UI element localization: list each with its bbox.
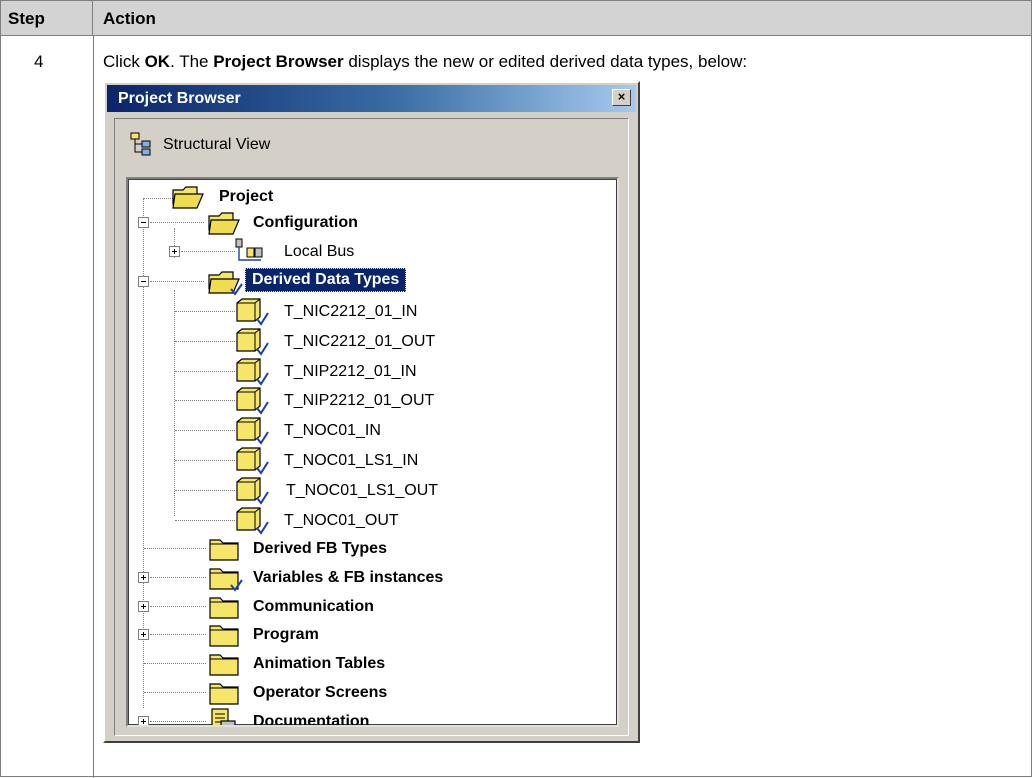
expand-icon[interactable]: [138, 715, 149, 725]
expand-icon[interactable]: [169, 246, 180, 257]
tree-line: [144, 548, 206, 549]
tree-item-local-bus[interactable]: Local Bus: [284, 243, 354, 261]
structural-view-panel: Structural View Project Configuration Lo…: [114, 118, 629, 736]
tree-line: [143, 198, 173, 199]
tree-line: [150, 605, 206, 607]
tree-item-folder[interactable]: Animation Tables: [253, 655, 385, 673]
data-type-icon: [236, 298, 269, 326]
collapse-icon[interactable]: [138, 217, 149, 228]
tree-line: [144, 692, 206, 693]
tree-item-ddt[interactable]: T_NIP2212_01_IN: [284, 363, 417, 381]
expand-icon[interactable]: [138, 629, 149, 641]
tree-line: [150, 576, 206, 578]
data-type-icon: [236, 417, 269, 445]
tree-line: [150, 634, 206, 636]
expand-icon[interactable]: [138, 600, 149, 612]
data-type-icon: [236, 447, 269, 475]
window-title-bar[interactable]: Project Browser ×: [107, 85, 636, 112]
table-header: Step Action: [1, 1, 1031, 36]
action-ok-keyword: OK: [144, 52, 171, 71]
data-type-icon: [236, 357, 269, 386]
expand-icon[interactable]: [138, 571, 149, 583]
collapse-icon[interactable]: [138, 276, 149, 287]
tree-item-ddt[interactable]: T_NIC2212_01_OUT: [284, 333, 435, 351]
tree-line: [175, 460, 235, 461]
tree-line: [175, 340, 235, 342]
tree-item-folder[interactable]: Documentation: [253, 713, 369, 725]
action-text-part: . The: [170, 52, 214, 71]
tree-line: [175, 489, 235, 491]
tree-line: [144, 663, 206, 665]
tree-item-derived-data-types[interactable]: Derived Data Types: [245, 268, 407, 292]
column-divider: [93, 36, 94, 778]
header-step: Step: [8, 9, 45, 28]
action-project-browser-keyword: Project Browser: [213, 52, 344, 71]
documentation-icon: [211, 708, 236, 725]
tree-item-ddt[interactable]: T_NOC01_LS1_IN: [284, 452, 418, 470]
tree-line: [175, 311, 235, 312]
action-text: Click OK. The Project Browser displays t…: [103, 52, 747, 72]
project-browser-window: Project Browser × Structural View Projec…: [103, 81, 640, 743]
tree-line: [175, 519, 235, 521]
tree-item-folder[interactable]: Derived FB Types: [253, 540, 387, 558]
tree-item-ddt[interactable]: T_NIP2212_01_OUT: [284, 392, 434, 410]
action-text-part: displays the new or edited derived data …: [343, 52, 748, 71]
action-text-part: Click: [103, 52, 145, 71]
tree-line: [175, 400, 235, 402]
tree-line: [174, 290, 175, 516]
structural-view-label: Structural View: [163, 136, 271, 153]
tree-line: [181, 251, 235, 252]
data-type-icon: [236, 387, 269, 416]
tree-line: [150, 281, 204, 282]
tree-item-folder[interactable]: Variables & FB instances: [253, 569, 443, 587]
tree-item-ddt[interactable]: T_NOC01_LS1_OUT: [286, 482, 438, 500]
project-tree: Project Configuration Local Bus Derived …: [126, 177, 619, 727]
tree-item-ddt[interactable]: T_NOC01_IN: [284, 422, 381, 440]
tree-line: [175, 430, 235, 432]
structural-view-icon: [130, 132, 151, 156]
folder-icon: [209, 625, 239, 647]
tree-item-ddt[interactable]: T_NOC01_OUT: [284, 512, 399, 530]
step-number: 4: [34, 52, 44, 71]
instruction-table: Step Action 4 Click OK. The Project Brow…: [0, 0, 1032, 778]
tree-item-folder[interactable]: Program: [253, 626, 319, 644]
tree-item-folder[interactable]: Communication: [253, 598, 374, 616]
folder-icon: [209, 596, 239, 619]
window-title: Project Browser: [118, 90, 241, 107]
tree-line: [175, 370, 235, 372]
header-step-cell: Step: [1, 1, 93, 36]
data-type-icon: [236, 506, 269, 535]
close-icon[interactable]: ×: [612, 89, 631, 106]
tree-item-ddt[interactable]: T_NIC2212_01_IN: [284, 303, 417, 321]
data-type-icon: [236, 477, 269, 505]
tree-item-folder[interactable]: Operator Screens: [253, 684, 387, 702]
project-tree-inner: Project Configuration Local Bus Derived …: [128, 179, 617, 725]
folder-icon: [209, 539, 239, 561]
tree-item-project[interactable]: Project: [219, 188, 273, 206]
local-bus-icon: [235, 238, 263, 261]
header-action: Action: [103, 9, 156, 28]
open-folder-icon: [208, 271, 243, 296]
folder-icon: [209, 654, 239, 676]
folder-icon: [209, 683, 239, 705]
tree-item-configuration[interactable]: Configuration: [253, 214, 358, 232]
open-folder-icon: [208, 212, 240, 235]
data-type-icon: [236, 328, 269, 356]
open-folder-icon: [172, 186, 204, 209]
tree-line: [150, 222, 204, 223]
tree-line: [150, 720, 206, 722]
folder-check-icon: [209, 568, 243, 592]
